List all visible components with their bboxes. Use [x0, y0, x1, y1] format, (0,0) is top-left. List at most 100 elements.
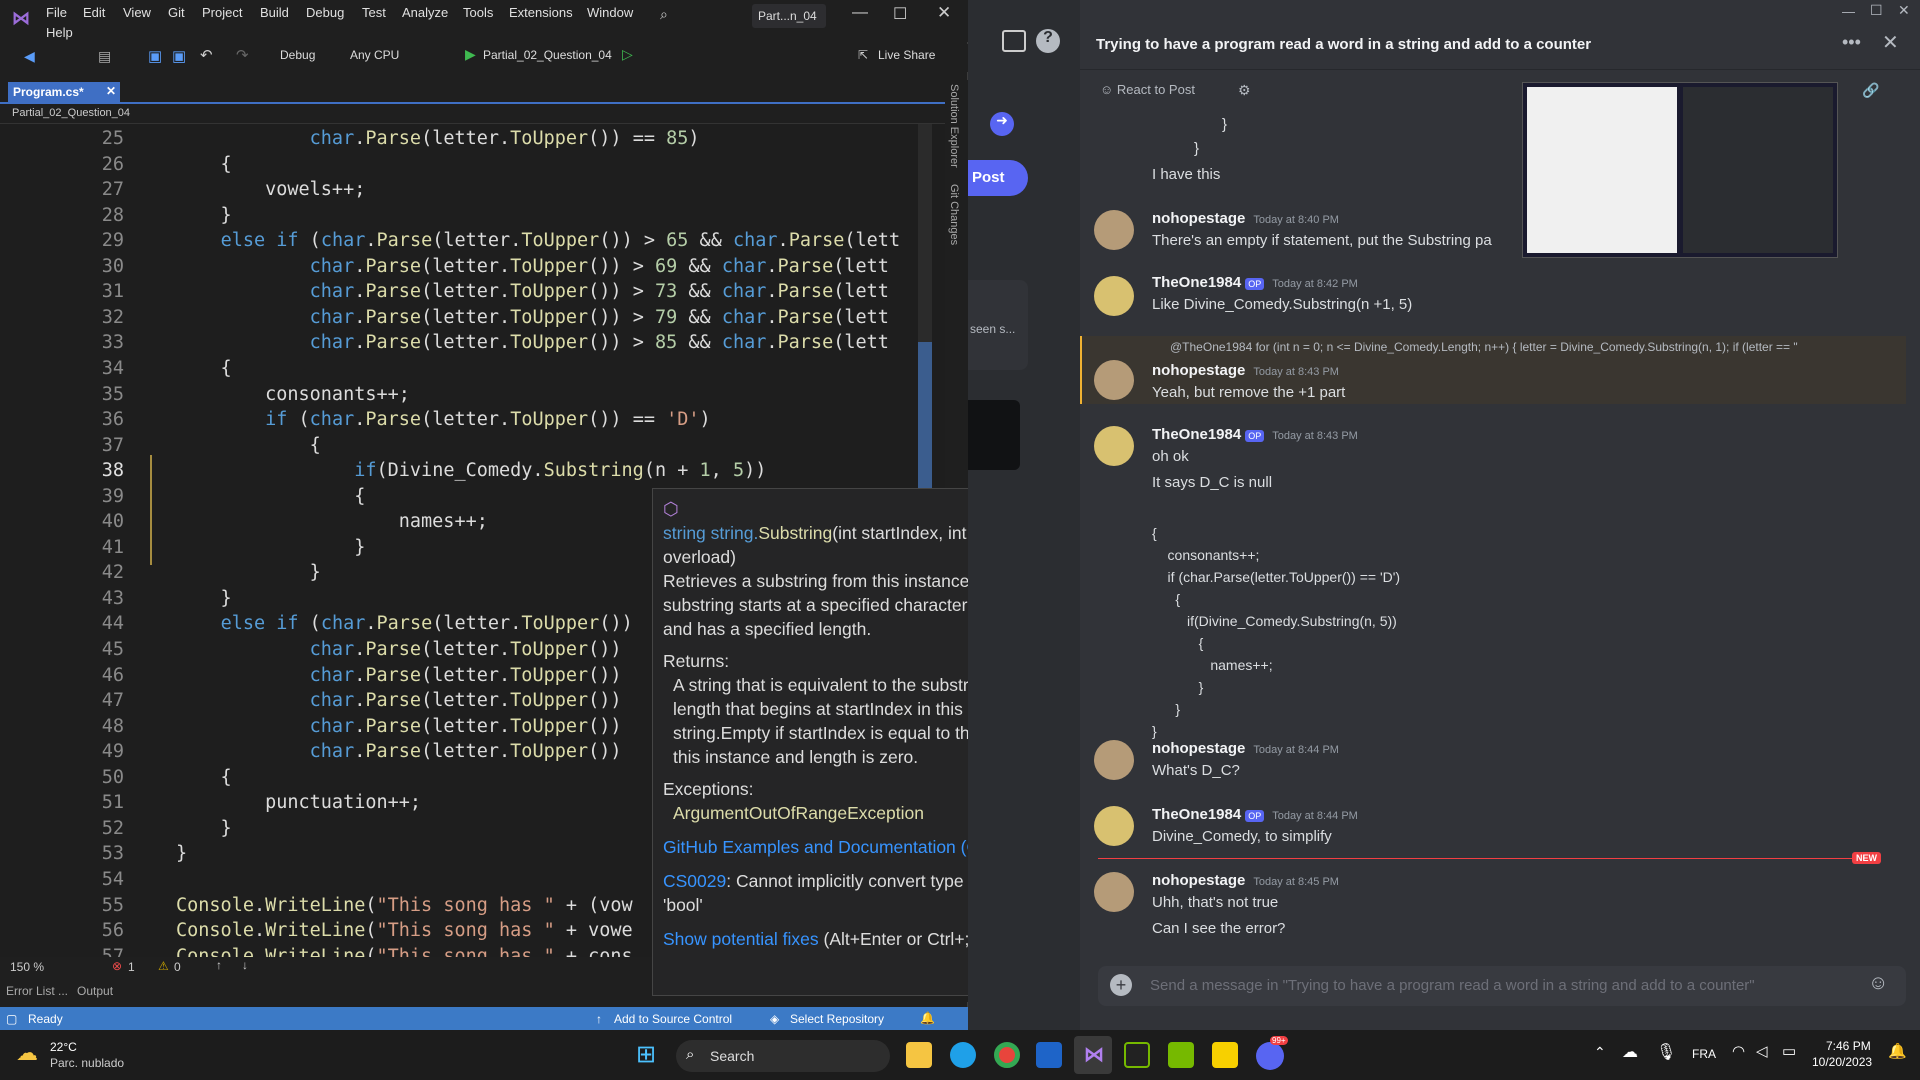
code-line[interactable]: {: [176, 435, 321, 456]
attach-plus-icon[interactable]: +: [1110, 974, 1132, 996]
nav-down-icon[interactable]: ↓: [242, 958, 248, 972]
maximize-button[interactable]: ☐: [893, 4, 907, 24]
visual-studio-taskbar-button[interactable]: ⋈: [1074, 1036, 1112, 1074]
code-line[interactable]: {: [176, 767, 232, 788]
avatar[interactable]: [1094, 740, 1134, 780]
config-dropdown[interactable]: Debug: [280, 48, 315, 62]
forum-post-card[interactable]: seen s...: [968, 280, 1028, 370]
nvidia-icon[interactable]: [1124, 1042, 1150, 1068]
select-repository[interactable]: Select Repository: [790, 1012, 884, 1026]
menu-project[interactable]: Project: [202, 5, 242, 20]
discord-close-button[interactable]: ✕: [1898, 2, 1910, 19]
search-icon[interactable]: ⌕: [660, 6, 668, 23]
code-line[interactable]: char.Parse(letter.ToUpper()) == 85): [176, 128, 700, 149]
error-count[interactable]: 1: [128, 960, 135, 974]
menu-debug[interactable]: Debug: [306, 5, 344, 20]
weather-desc[interactable]: Parc. nublado: [50, 1056, 124, 1070]
code-line[interactable]: punctuation++;: [176, 792, 421, 813]
nav-up-icon[interactable]: ↑: [216, 958, 222, 972]
react-to-post-button[interactable]: ☺ React to Post: [1100, 82, 1260, 102]
menu-test[interactable]: Test: [362, 5, 386, 20]
undo-icon[interactable]: ↶: [200, 46, 213, 64]
avatar[interactable]: [1094, 806, 1134, 846]
save-icon[interactable]: ▣: [148, 47, 162, 65]
code-line[interactable]: char.Parse(letter.ToUpper()) > 73 && cha…: [176, 281, 889, 302]
platform-dropdown[interactable]: Any CPU: [350, 48, 399, 62]
avatar[interactable]: [1094, 360, 1134, 400]
code-line[interactable]: if (char.Parse(letter.ToUpper()) == 'D'): [176, 409, 711, 430]
live-share-button[interactable]: Live Share: [878, 48, 935, 62]
code-line[interactable]: else if (char.Parse(letter.ToUpper()) > …: [176, 230, 901, 251]
sticky-notes-icon[interactable]: [1212, 1042, 1238, 1068]
close-thread-icon[interactable]: ✕: [1882, 30, 1899, 55]
code-line[interactable]: consonants++;: [176, 384, 410, 405]
warning-icon[interactable]: ⚠: [158, 959, 169, 973]
more-options-icon[interactable]: •••: [1842, 32, 1861, 53]
menu-git[interactable]: Git: [168, 5, 185, 20]
onedrive-icon[interactable]: ☁: [1622, 1042, 1638, 1062]
chrome-icon[interactable]: [994, 1042, 1020, 1068]
warning-count[interactable]: 0: [174, 960, 181, 974]
wifi-icon[interactable]: ◠: [1732, 1042, 1745, 1060]
live-share-icon[interactable]: ⇱: [858, 48, 868, 62]
solution-explorer-tab[interactable]: Solution Explorer: [948, 84, 960, 168]
weather-temp[interactable]: 22°C: [50, 1040, 77, 1054]
weather-icon[interactable]: ☁: [16, 1040, 38, 1066]
notification-bell-icon[interactable]: 🔔: [1888, 1042, 1907, 1060]
redo-icon[interactable]: ↷: [236, 46, 249, 64]
store-icon[interactable]: [1036, 1042, 1062, 1068]
project-dropdown[interactable]: Partial_02_Question_04: [12, 107, 130, 119]
code-line[interactable]: Console.WriteLine("This song has " + (vo…: [176, 895, 633, 916]
inbox-icon[interactable]: [1002, 30, 1026, 52]
code-line[interactable]: }: [176, 537, 365, 558]
menu-view[interactable]: View: [123, 5, 151, 20]
reply-preview[interactable]: @TheOne1984 for (int n = 0; n <= Divine_…: [1170, 340, 1890, 354]
add-to-source-control-icon[interactable]: ↑: [596, 1012, 602, 1026]
post-button[interactable]: Post: [968, 160, 1028, 196]
taskbar-search[interactable]: ⌕ Search: [676, 1040, 890, 1072]
avatar[interactable]: [1094, 210, 1134, 250]
forum-post-thumbnail[interactable]: [968, 400, 1020, 470]
code-line[interactable]: {: [176, 358, 232, 379]
discord-taskbar-icon[interactable]: 99+: [1256, 1036, 1288, 1070]
error-icon[interactable]: ⊗: [112, 959, 122, 973]
menu-extensions[interactable]: Extensions: [509, 5, 573, 20]
discord-minimize-button[interactable]: —: [1842, 4, 1855, 19]
emoji-icon[interactable]: ☺: [1868, 972, 1888, 995]
menu-window[interactable]: Window: [587, 5, 633, 20]
notifications-icon[interactable]: 🔔: [920, 1011, 935, 1025]
start-icon[interactable]: ⊞: [636, 1040, 656, 1069]
code-line[interactable]: }: [176, 818, 232, 839]
avatar[interactable]: [1094, 426, 1134, 466]
menu-edit[interactable]: Edit: [83, 5, 105, 20]
code-line[interactable]: {: [176, 154, 232, 175]
solution-name-badge[interactable]: Part...n_04: [752, 4, 826, 28]
code-line[interactable]: }: [176, 562, 321, 583]
clock-date[interactable]: 10/20/2023: [1812, 1055, 1872, 1069]
add-to-source-control[interactable]: Add to Source Control: [614, 1012, 732, 1026]
menu-analyze[interactable]: Analyze: [402, 5, 448, 20]
new-item-icon[interactable]: ▤: [98, 48, 111, 65]
code-line[interactable]: vowels++;: [176, 179, 365, 200]
run-without-debug-icon[interactable]: ▷: [622, 46, 633, 63]
code-line[interactable]: Console.WriteLine("This song has " + vow…: [176, 920, 633, 941]
edge-icon[interactable]: [950, 1042, 976, 1068]
zoom-level[interactable]: 150 %: [10, 960, 44, 974]
message-input[interactable]: + Send a message in "Trying to have a pr…: [1098, 966, 1906, 1006]
code-line[interactable]: char.Parse(letter.ToUpper()) > 79 && cha…: [176, 307, 889, 328]
help-icon[interactable]: ?: [1036, 29, 1060, 53]
battery-icon[interactable]: ▭: [1782, 1042, 1796, 1060]
avatar[interactable]: [1094, 276, 1134, 316]
clock-time[interactable]: 7:46 PM: [1826, 1039, 1871, 1053]
back-icon[interactable]: ◀: [24, 48, 35, 65]
code-line[interactable]: names++;: [176, 511, 488, 532]
tab-program-cs[interactable]: Program.cs* ✕: [8, 82, 120, 102]
code-line[interactable]: {: [176, 486, 365, 507]
close-tab-icon[interactable]: ✕: [106, 84, 116, 98]
run-icon[interactable]: ▶: [465, 46, 476, 63]
show-hidden-icons[interactable]: ⌃: [1594, 1044, 1606, 1061]
code-line[interactable]: char.Parse(letter.ToUpper()): [176, 716, 622, 737]
volume-icon[interactable]: ◁: [1756, 1042, 1768, 1060]
error-list-tab[interactable]: Error List ...: [6, 984, 68, 998]
screenshot-attachment[interactable]: [1522, 82, 1838, 258]
